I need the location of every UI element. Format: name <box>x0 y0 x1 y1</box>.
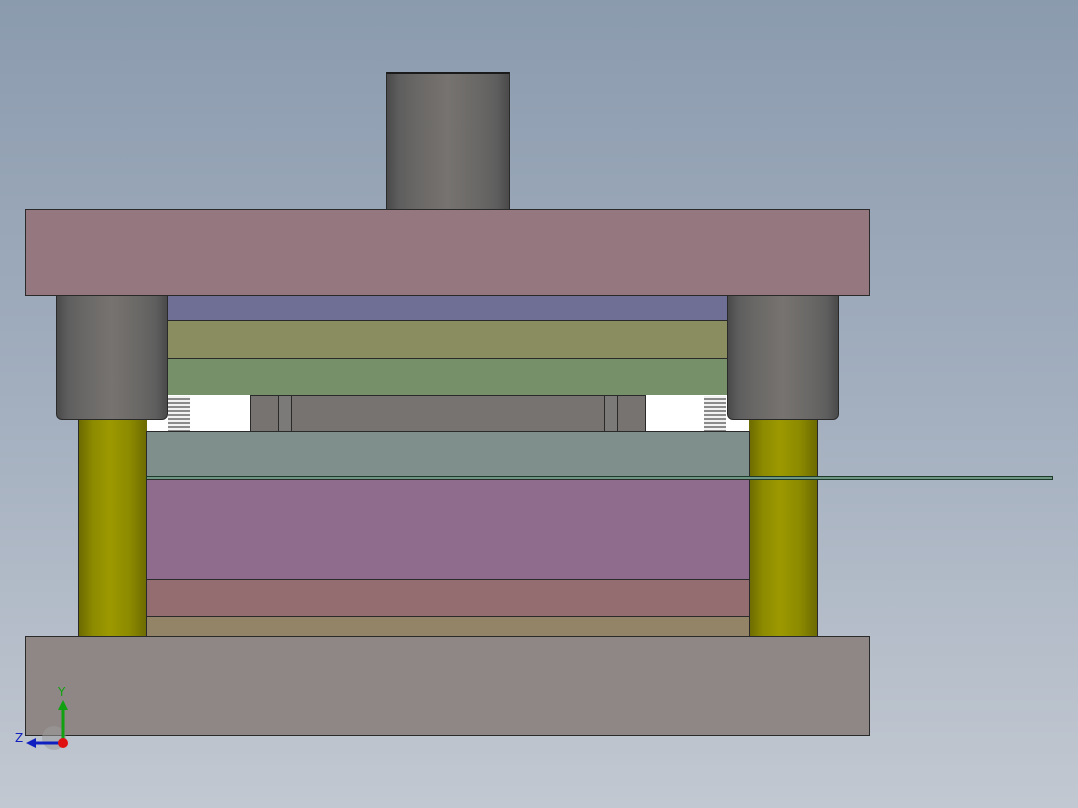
punch-insert-right[interactable] <box>604 395 618 432</box>
guide-bushing-right[interactable] <box>727 295 839 420</box>
stripper-plate[interactable] <box>146 431 750 477</box>
backing-plate[interactable] <box>166 294 729 321</box>
upper-die-set-plate[interactable] <box>25 209 870 296</box>
stripper-spring-right[interactable] <box>704 396 726 431</box>
guide-bushing-left[interactable] <box>56 295 168 420</box>
stripper-backing-plate[interactable] <box>166 358 729 396</box>
triad-y-label: Y <box>58 685 66 699</box>
punch-insert-left[interactable] <box>278 395 292 432</box>
coordinate-triad: Y Z <box>14 686 74 750</box>
triad-z-label: Z <box>15 731 24 745</box>
die-backing-plate[interactable] <box>146 579 750 617</box>
guide-pillar-left[interactable] <box>78 418 148 637</box>
stripper-spring-left[interactable] <box>168 396 190 431</box>
die-plate[interactable] <box>146 479 750 580</box>
punch-shank[interactable] <box>386 72 510 212</box>
punch-block[interactable] <box>250 395 646 432</box>
lower-die-set-plate[interactable] <box>25 636 870 736</box>
punch-holder-plate[interactable] <box>166 320 729 359</box>
guide-pillar-right[interactable] <box>748 418 818 637</box>
die-shim-plate[interactable] <box>146 616 750 637</box>
